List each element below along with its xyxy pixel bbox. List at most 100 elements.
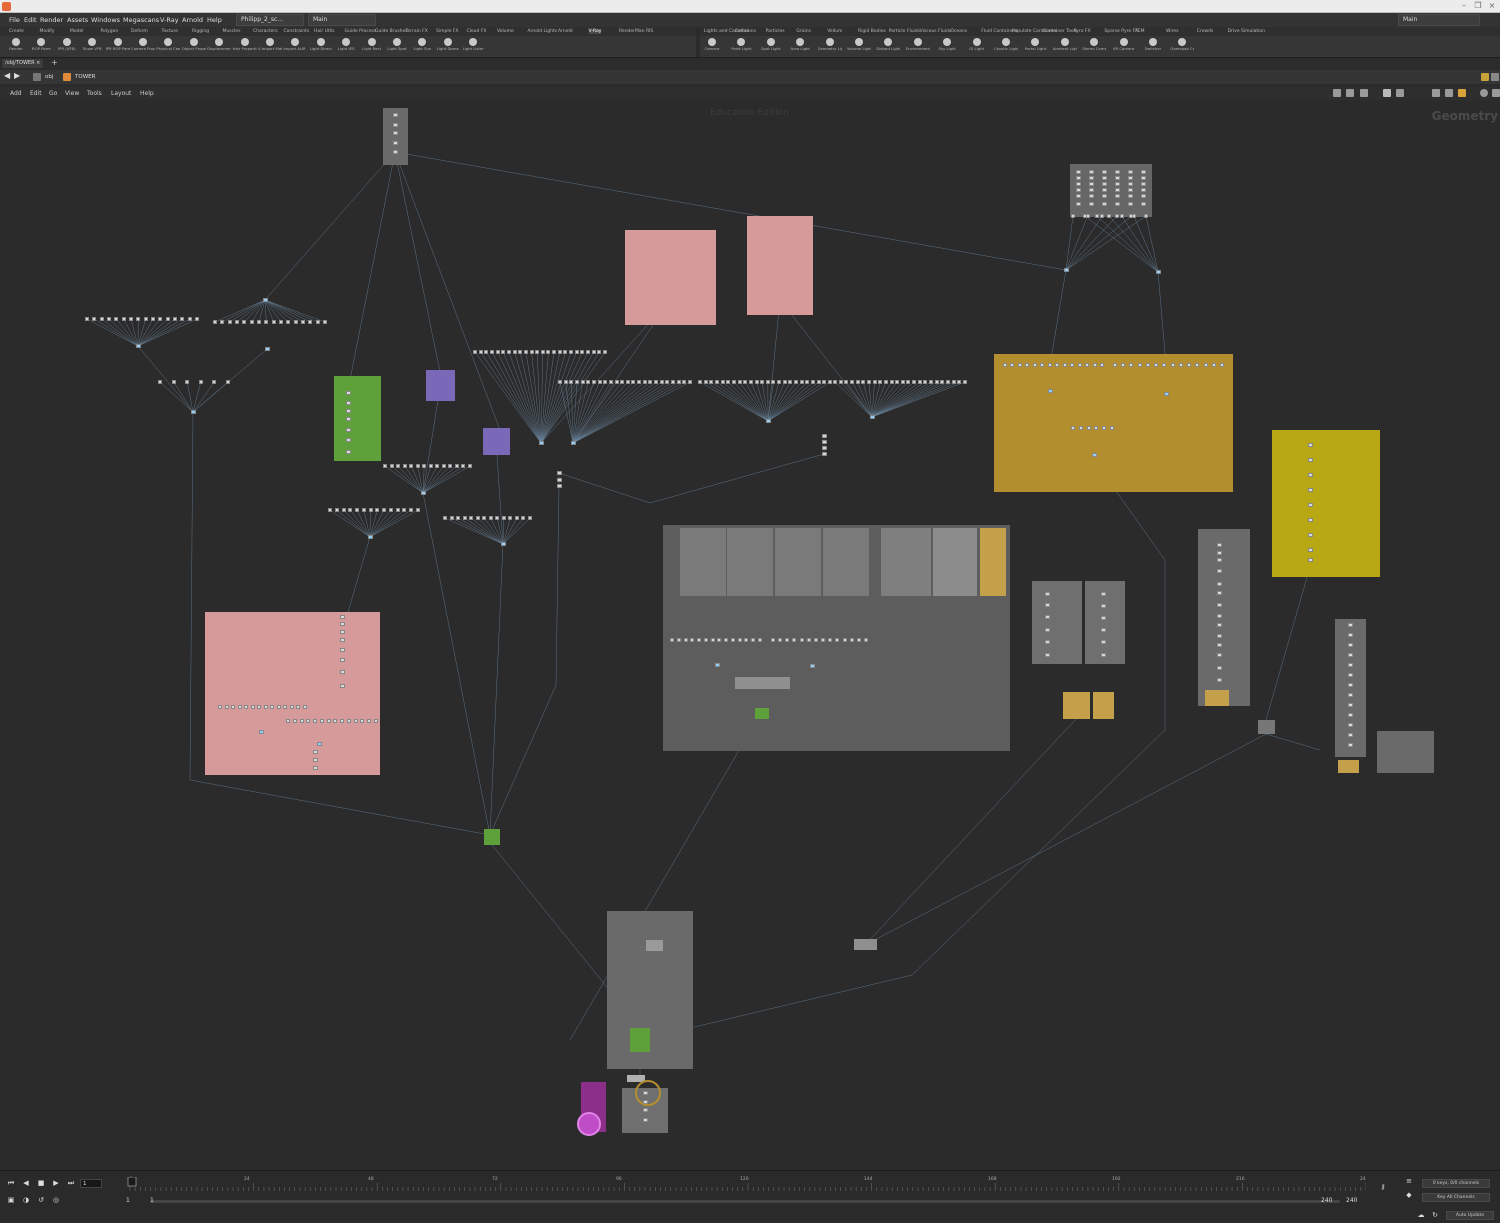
node[interactable] (392, 113, 398, 117)
node[interactable] (355, 508, 360, 512)
node[interactable] (929, 380, 934, 384)
node[interactable] (1075, 194, 1081, 198)
node[interactable] (415, 464, 420, 468)
node[interactable] (346, 719, 351, 723)
node[interactable] (301, 320, 305, 324)
node[interactable] (1101, 188, 1107, 192)
node[interactable] (473, 350, 477, 354)
shelf-right-tool[interactable]: Sky Light (935, 37, 959, 57)
node[interactable] (289, 705, 294, 709)
shelf-left-tab[interactable]: Rigging (192, 29, 209, 34)
zoom-icon[interactable] (1480, 89, 1488, 97)
node[interactable] (809, 664, 815, 668)
shelf-right-tool[interactable]: Area Light (788, 37, 812, 57)
node[interactable] (828, 638, 833, 642)
shelf-left-tab[interactable]: Characters (253, 29, 278, 34)
node[interactable] (670, 638, 674, 642)
realtime-toggle-icon[interactable]: ▣ (6, 1196, 16, 1205)
node[interactable] (1119, 214, 1124, 218)
node[interactable] (1203, 363, 1208, 367)
menu-render[interactable]: Render (40, 16, 63, 24)
node[interactable] (1114, 182, 1120, 186)
shelf-left-tool[interactable]: Light Sun (410, 37, 434, 57)
node[interactable] (1085, 363, 1090, 367)
right-desktop-selector[interactable]: Main (1398, 14, 1480, 26)
frame-ruler[interactable]: 12448729612014416819221624 (126, 1177, 1366, 1191)
node[interactable] (195, 317, 199, 321)
shelf-left-tab[interactable]: Hair Utils (314, 29, 335, 34)
node[interactable] (710, 638, 715, 642)
node[interactable] (514, 516, 519, 520)
node[interactable] (449, 516, 454, 520)
node[interactable] (158, 380, 162, 384)
node[interactable] (895, 380, 900, 384)
node[interactable] (345, 428, 351, 432)
node[interactable] (822, 380, 827, 384)
flag-icon[interactable] (1458, 89, 1466, 97)
node[interactable] (849, 380, 854, 384)
node[interactable] (1114, 170, 1120, 174)
network-box-inner[interactable] (680, 528, 726, 596)
node[interactable] (224, 705, 229, 709)
node[interactable] (951, 380, 956, 384)
node[interactable] (334, 508, 339, 512)
node[interactable] (185, 380, 190, 384)
node[interactable] (1131, 214, 1136, 218)
node[interactable] (806, 638, 811, 642)
node[interactable] (1114, 194, 1120, 198)
shelf-right-tab[interactable]: Vellum (827, 29, 842, 34)
desktop-selector[interactable]: Main (308, 14, 376, 26)
node[interactable] (1100, 653, 1106, 657)
shelf-left-tool[interactable]: Light Direct (309, 37, 333, 57)
network-menu-add[interactable]: Add (10, 90, 22, 97)
node[interactable] (1044, 653, 1050, 657)
node[interactable] (676, 380, 681, 384)
node[interactable] (690, 638, 695, 642)
node[interactable] (263, 705, 268, 709)
node[interactable] (1101, 182, 1107, 186)
display-options-icon[interactable] (1445, 89, 1453, 97)
node[interactable] (1127, 176, 1133, 180)
node[interactable] (1170, 363, 1175, 367)
node[interactable] (1075, 188, 1081, 192)
node[interactable] (688, 380, 692, 384)
node[interactable] (838, 380, 843, 384)
node[interactable] (1044, 592, 1050, 596)
shelf-left-tool[interactable]: Render (4, 37, 28, 57)
node[interactable] (1100, 628, 1106, 632)
node[interactable] (765, 380, 770, 384)
node[interactable] (816, 380, 821, 384)
node[interactable] (811, 380, 816, 384)
node[interactable] (286, 320, 291, 324)
node[interactable] (748, 380, 753, 384)
node[interactable] (1154, 363, 1159, 367)
node[interactable] (392, 131, 398, 135)
node[interactable] (1071, 426, 1075, 430)
network-box-pink-3[interactable] (205, 612, 380, 775)
node[interactable] (1140, 188, 1146, 192)
node[interactable] (1102, 426, 1107, 430)
node[interactable] (1095, 214, 1100, 218)
node[interactable] (1088, 188, 1094, 192)
shelf-right-tab[interactable]: Drive Simulation (1228, 29, 1265, 34)
node[interactable] (353, 719, 358, 723)
shelf-right-tool[interactable]: Volume Light (847, 37, 871, 57)
network-box-inner[interactable] (881, 528, 931, 596)
shelf-left-tool[interactable]: Camera Properties (131, 37, 155, 57)
node[interactable] (1040, 363, 1045, 367)
shelf-right-tool[interactable]: Caustic Light (994, 37, 1018, 57)
node[interactable] (1044, 615, 1050, 619)
node[interactable] (454, 464, 459, 468)
node[interactable] (461, 464, 466, 468)
node[interactable] (1163, 392, 1169, 396)
node[interactable] (339, 615, 345, 619)
shelf-left-tab[interactable]: Muscles (223, 29, 241, 34)
node[interactable] (345, 417, 351, 421)
node[interactable] (319, 719, 324, 723)
node[interactable] (237, 705, 242, 709)
node[interactable] (339, 638, 345, 642)
menu-assets[interactable]: Assets (67, 16, 88, 24)
node[interactable] (1017, 363, 1022, 367)
network-box-gold[interactable] (994, 354, 1233, 492)
node[interactable] (912, 380, 917, 384)
